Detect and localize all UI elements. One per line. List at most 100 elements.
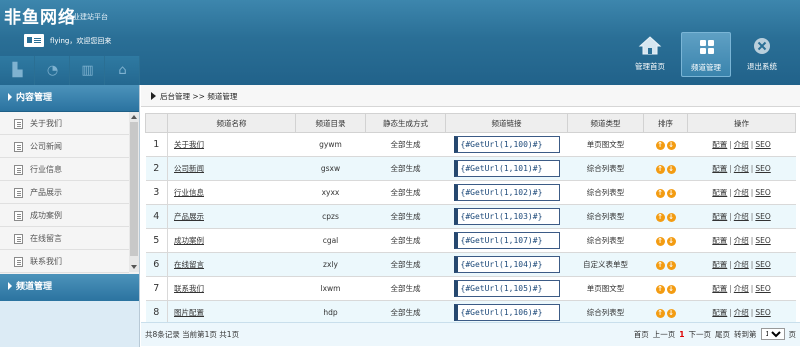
sidebar-item-news[interactable]: 公司新闻 [0, 135, 129, 158]
seo-link[interactable]: SEO [755, 284, 770, 293]
channel-link-field[interactable]: {#GetUrl(1,101)#} [453, 160, 560, 177]
nav-home-button[interactable]: 管理首页 [625, 32, 675, 77]
sidebar-item-industry[interactable]: 行业信息 [0, 158, 129, 181]
seo-link[interactable]: SEO [755, 308, 770, 317]
row-number: 7 [145, 276, 168, 301]
header-order: 排序 [643, 113, 688, 133]
shortcut-trash-icon[interactable]: ▥ [70, 56, 105, 85]
channel-name-link[interactable]: 联系我们 [167, 276, 296, 301]
row-number: 1 [145, 132, 168, 157]
seo-link[interactable]: SEO [755, 188, 770, 197]
scroll-down-icon[interactable] [131, 265, 137, 269]
intro-link[interactable]: 介绍 [734, 212, 749, 221]
channel-link-field[interactable]: {#GetUrl(1,100)#} [453, 136, 560, 153]
seo-link[interactable]: SEO [755, 164, 770, 173]
channel-name-link[interactable]: 公司新闻 [167, 156, 296, 181]
channel-type: 综合列表型 [567, 300, 644, 325]
channel-table-wrap: 频道名称 频道目录 静态生成方式 频道链接 频道类型 排序 操作 1 关于我们 gy… [145, 113, 796, 325]
move-up-icon[interactable]: ↑ [655, 260, 665, 270]
pager-first[interactable]: 首页 [634, 329, 649, 340]
shortcut-building-icon[interactable]: ▙ [0, 56, 35, 85]
channel-link-cell: {#GetUrl(1,104)#} [445, 252, 568, 277]
nav-channel-button[interactable]: 频道管理 [681, 32, 731, 77]
move-up-icon[interactable]: ↑ [655, 212, 665, 222]
move-up-icon[interactable]: ↑ [655, 308, 665, 318]
channel-link-field[interactable]: {#GetUrl(1,102)#} [453, 184, 560, 201]
config-link[interactable]: 配置 [712, 212, 727, 221]
move-down-icon[interactable]: ↓ [666, 212, 676, 222]
intro-link[interactable]: 介绍 [734, 260, 749, 269]
order-cell: ↑ ↓ [643, 180, 688, 205]
config-link[interactable]: 配置 [712, 260, 727, 269]
grid-icon [700, 40, 714, 54]
move-down-icon[interactable]: ↓ [666, 260, 676, 270]
pager-last[interactable]: 尾页 [715, 329, 730, 340]
page-select[interactable]: 1 [760, 328, 785, 340]
channel-dir: xyxx [295, 180, 366, 205]
sidebar-item-about[interactable]: 关于我们 [0, 112, 129, 135]
sidebar-section-channel[interactable]: 频道管理 [0, 274, 139, 301]
channel-link-field[interactable]: {#GetUrl(1,104)#} [453, 256, 560, 273]
channel-name-link[interactable]: 行业信息 [167, 180, 296, 205]
header-link: 频道链接 [445, 113, 568, 133]
sidebar-item-cases[interactable]: 成功案例 [0, 204, 129, 227]
channel-link-field[interactable]: {#GetUrl(1,107)#} [453, 232, 560, 249]
shortcut-chart-icon[interactable]: ◔ [35, 56, 70, 85]
channel-link-field[interactable]: {#GetUrl(1,106)#} [453, 304, 560, 321]
channel-link-field[interactable]: {#GetUrl(1,105)#} [453, 280, 560, 297]
config-link[interactable]: 配置 [712, 308, 727, 317]
seo-link[interactable]: SEO [755, 260, 770, 269]
channel-name-link[interactable]: 在线留言 [167, 252, 296, 277]
move-down-icon[interactable]: ↓ [666, 308, 676, 318]
config-link[interactable]: 配置 [712, 140, 727, 149]
intro-link[interactable]: 介绍 [734, 164, 749, 173]
intro-link[interactable]: 介绍 [734, 308, 749, 317]
intro-link[interactable]: 介绍 [734, 284, 749, 293]
channel-gen: 全部生成 [365, 204, 446, 229]
shortcut-stats-icon[interactable]: ⌂ [105, 56, 140, 85]
sidebar-item-label: 产品展示 [30, 188, 62, 197]
move-up-icon[interactable]: ↑ [655, 140, 665, 150]
header-ops: 操作 [687, 113, 796, 133]
move-up-icon[interactable]: ↑ [655, 284, 665, 294]
move-down-icon[interactable]: ↓ [666, 188, 676, 198]
ops-cell: 配置 | 介绍 | SEO [687, 132, 796, 157]
sidebar-section-content[interactable]: 内容管理 [0, 85, 139, 112]
channel-name-link[interactable]: 成功案例 [167, 228, 296, 253]
sidebar-item-products[interactable]: 产品展示 [0, 181, 129, 204]
scroll-thumb[interactable] [130, 122, 138, 256]
seo-link[interactable]: SEO [755, 212, 770, 221]
intro-link[interactable]: 介绍 [734, 140, 749, 149]
document-icon [14, 211, 23, 221]
pager-prev[interactable]: 上一页 [653, 329, 676, 340]
sidebar-list: 关于我们 公司新闻 行业信息 产品展示 成功案例 在线留言 联系我们 [0, 112, 139, 273]
config-link[interactable]: 配置 [712, 284, 727, 293]
user-card-icon [24, 34, 44, 47]
move-up-icon[interactable]: ↑ [655, 236, 665, 246]
sidebar-scrollbar[interactable] [129, 112, 139, 272]
sidebar-item-contact[interactable]: 联系我们 [0, 250, 129, 273]
channel-link-field[interactable]: {#GetUrl(1,103)#} [453, 208, 560, 225]
move-up-icon[interactable]: ↑ [655, 164, 665, 174]
move-down-icon[interactable]: ↓ [666, 140, 676, 150]
ops-cell: 配置 | 介绍 | SEO [687, 228, 796, 253]
sidebar-item-message[interactable]: 在线留言 [0, 227, 129, 250]
intro-link[interactable]: 介绍 [734, 236, 749, 245]
nav-logout-button[interactable]: 退出系统 [737, 32, 787, 77]
config-link[interactable]: 配置 [712, 164, 727, 173]
channel-name-link[interactable]: 产品展示 [167, 204, 296, 229]
seo-link[interactable]: SEO [755, 140, 770, 149]
move-up-icon[interactable]: ↑ [655, 188, 665, 198]
move-down-icon[interactable]: ↓ [666, 164, 676, 174]
config-link[interactable]: 配置 [712, 188, 727, 197]
channel-name-link[interactable]: 图片配置 [167, 300, 296, 325]
intro-link[interactable]: 介绍 [734, 188, 749, 197]
config-link[interactable]: 配置 [712, 236, 727, 245]
move-down-icon[interactable]: ↓ [666, 236, 676, 246]
pager-next[interactable]: 下一页 [689, 329, 712, 340]
move-down-icon[interactable]: ↓ [666, 284, 676, 294]
pager-current: 1 [679, 329, 685, 339]
seo-link[interactable]: SEO [755, 236, 770, 245]
scroll-up-icon[interactable] [131, 115, 137, 119]
channel-name-link[interactable]: 关于我们 [167, 132, 296, 157]
